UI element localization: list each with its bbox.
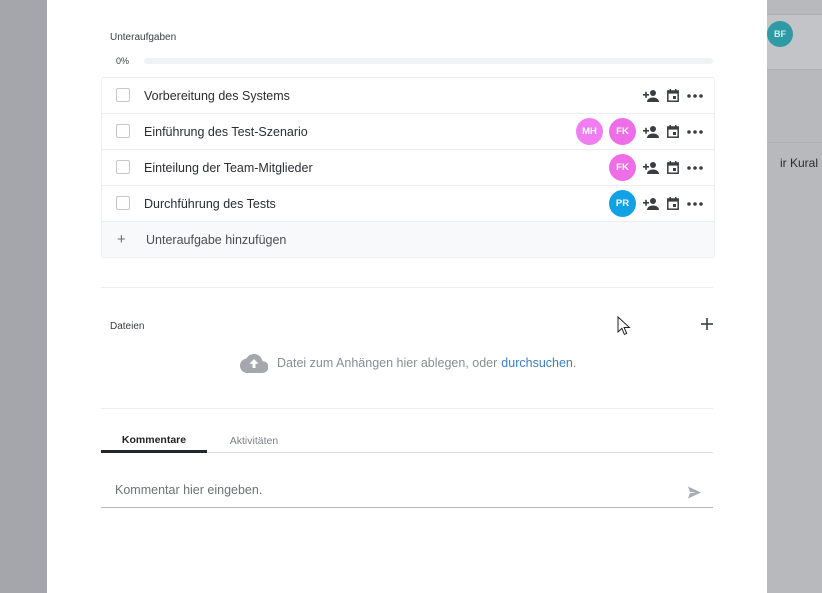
subtask-row: Vorbereitung des Systems (102, 78, 714, 114)
subtask-row: Einteilung der Team-Mitglieder FK (102, 150, 714, 186)
section-divider (101, 287, 713, 288)
person-add-icon[interactable] (642, 195, 660, 213)
calendar-icon[interactable] (664, 195, 682, 213)
subtask-actions: FK (609, 150, 704, 185)
calendar-icon[interactable] (664, 159, 682, 177)
add-subtask-label: Unteraufgabe hinzufügen (146, 232, 287, 247)
subtask-checkbox[interactable] (116, 124, 130, 138)
mouse-cursor-icon (617, 316, 631, 336)
more-horizontal-icon[interactable] (686, 195, 704, 213)
add-subtask-button[interactable]: + Unteraufgabe hinzufügen (102, 222, 714, 257)
subtask-row: Durchführung des Tests PR (102, 186, 714, 222)
plus-icon: + (117, 231, 126, 248)
dropzone-text: Datei zum Anhängen hier ablegen, oder (277, 356, 498, 370)
browse-files-link[interactable]: durchsuchen (501, 356, 573, 370)
background-app-panel (767, 0, 822, 593)
add-file-plus-icon[interactable] (698, 315, 716, 333)
more-horizontal-icon[interactable] (686, 159, 704, 177)
background-name: ir Kural (780, 156, 819, 170)
subtask-actions (642, 78, 704, 113)
background-avatar: BF (767, 21, 793, 47)
comment-box (101, 476, 713, 508)
subtask-title[interactable]: Einteilung der Team-Mitglieder (144, 161, 313, 175)
subtask-title[interactable]: Einführung des Test-Szenario (144, 125, 308, 139)
assignee-avatar[interactable]: FK (609, 118, 636, 145)
subtasks-progress-text: 0% (116, 56, 130, 66)
comment-input[interactable] (113, 482, 677, 498)
calendar-icon[interactable] (664, 87, 682, 105)
subtask-checkbox[interactable] (116, 196, 130, 210)
send-icon[interactable] (688, 486, 701, 499)
subtasks-progress-bar (144, 58, 713, 64)
calendar-icon[interactable] (664, 123, 682, 141)
activity-tabs: Kommentare Aktivitäten (101, 430, 713, 453)
subtask-list: Vorbereitung des Systems Einführung des … (101, 77, 715, 258)
subtask-row: Einführung des Test-Szenario MH FK (102, 114, 714, 150)
files-section-label: Dateien (110, 321, 145, 332)
background-divider (767, 142, 822, 143)
subtask-checkbox[interactable] (116, 88, 130, 102)
subtask-actions: PR (609, 186, 704, 221)
subtask-checkbox[interactable] (116, 160, 130, 174)
more-horizontal-icon[interactable] (686, 123, 704, 141)
background-overlay-left (0, 0, 47, 593)
more-horizontal-icon[interactable] (686, 87, 704, 105)
dropzone-period: . (572, 356, 577, 370)
section-divider (101, 408, 713, 409)
person-add-icon[interactable] (642, 159, 660, 177)
subtask-actions: MH FK (576, 114, 704, 149)
subtask-title[interactable]: Durchführung des Tests (144, 197, 276, 211)
assignee-avatar[interactable]: MH (576, 118, 603, 145)
assignee-avatar[interactable]: FK (609, 154, 636, 181)
person-add-icon[interactable] (642, 123, 660, 141)
assignee-avatar[interactable]: PR (609, 190, 636, 217)
file-dropzone[interactable]: Datei zum Anhängen hier ablegen, oder du… (240, 352, 576, 374)
tab-comments[interactable]: Kommentare (101, 430, 207, 453)
cloud-upload-icon (240, 354, 268, 373)
tab-activities[interactable]: Aktivitäten (207, 430, 301, 452)
subtask-title[interactable]: Vorbereitung des Systems (144, 89, 290, 103)
person-add-icon[interactable] (642, 87, 660, 105)
subtasks-section-label: Unteraufgaben (110, 32, 177, 43)
